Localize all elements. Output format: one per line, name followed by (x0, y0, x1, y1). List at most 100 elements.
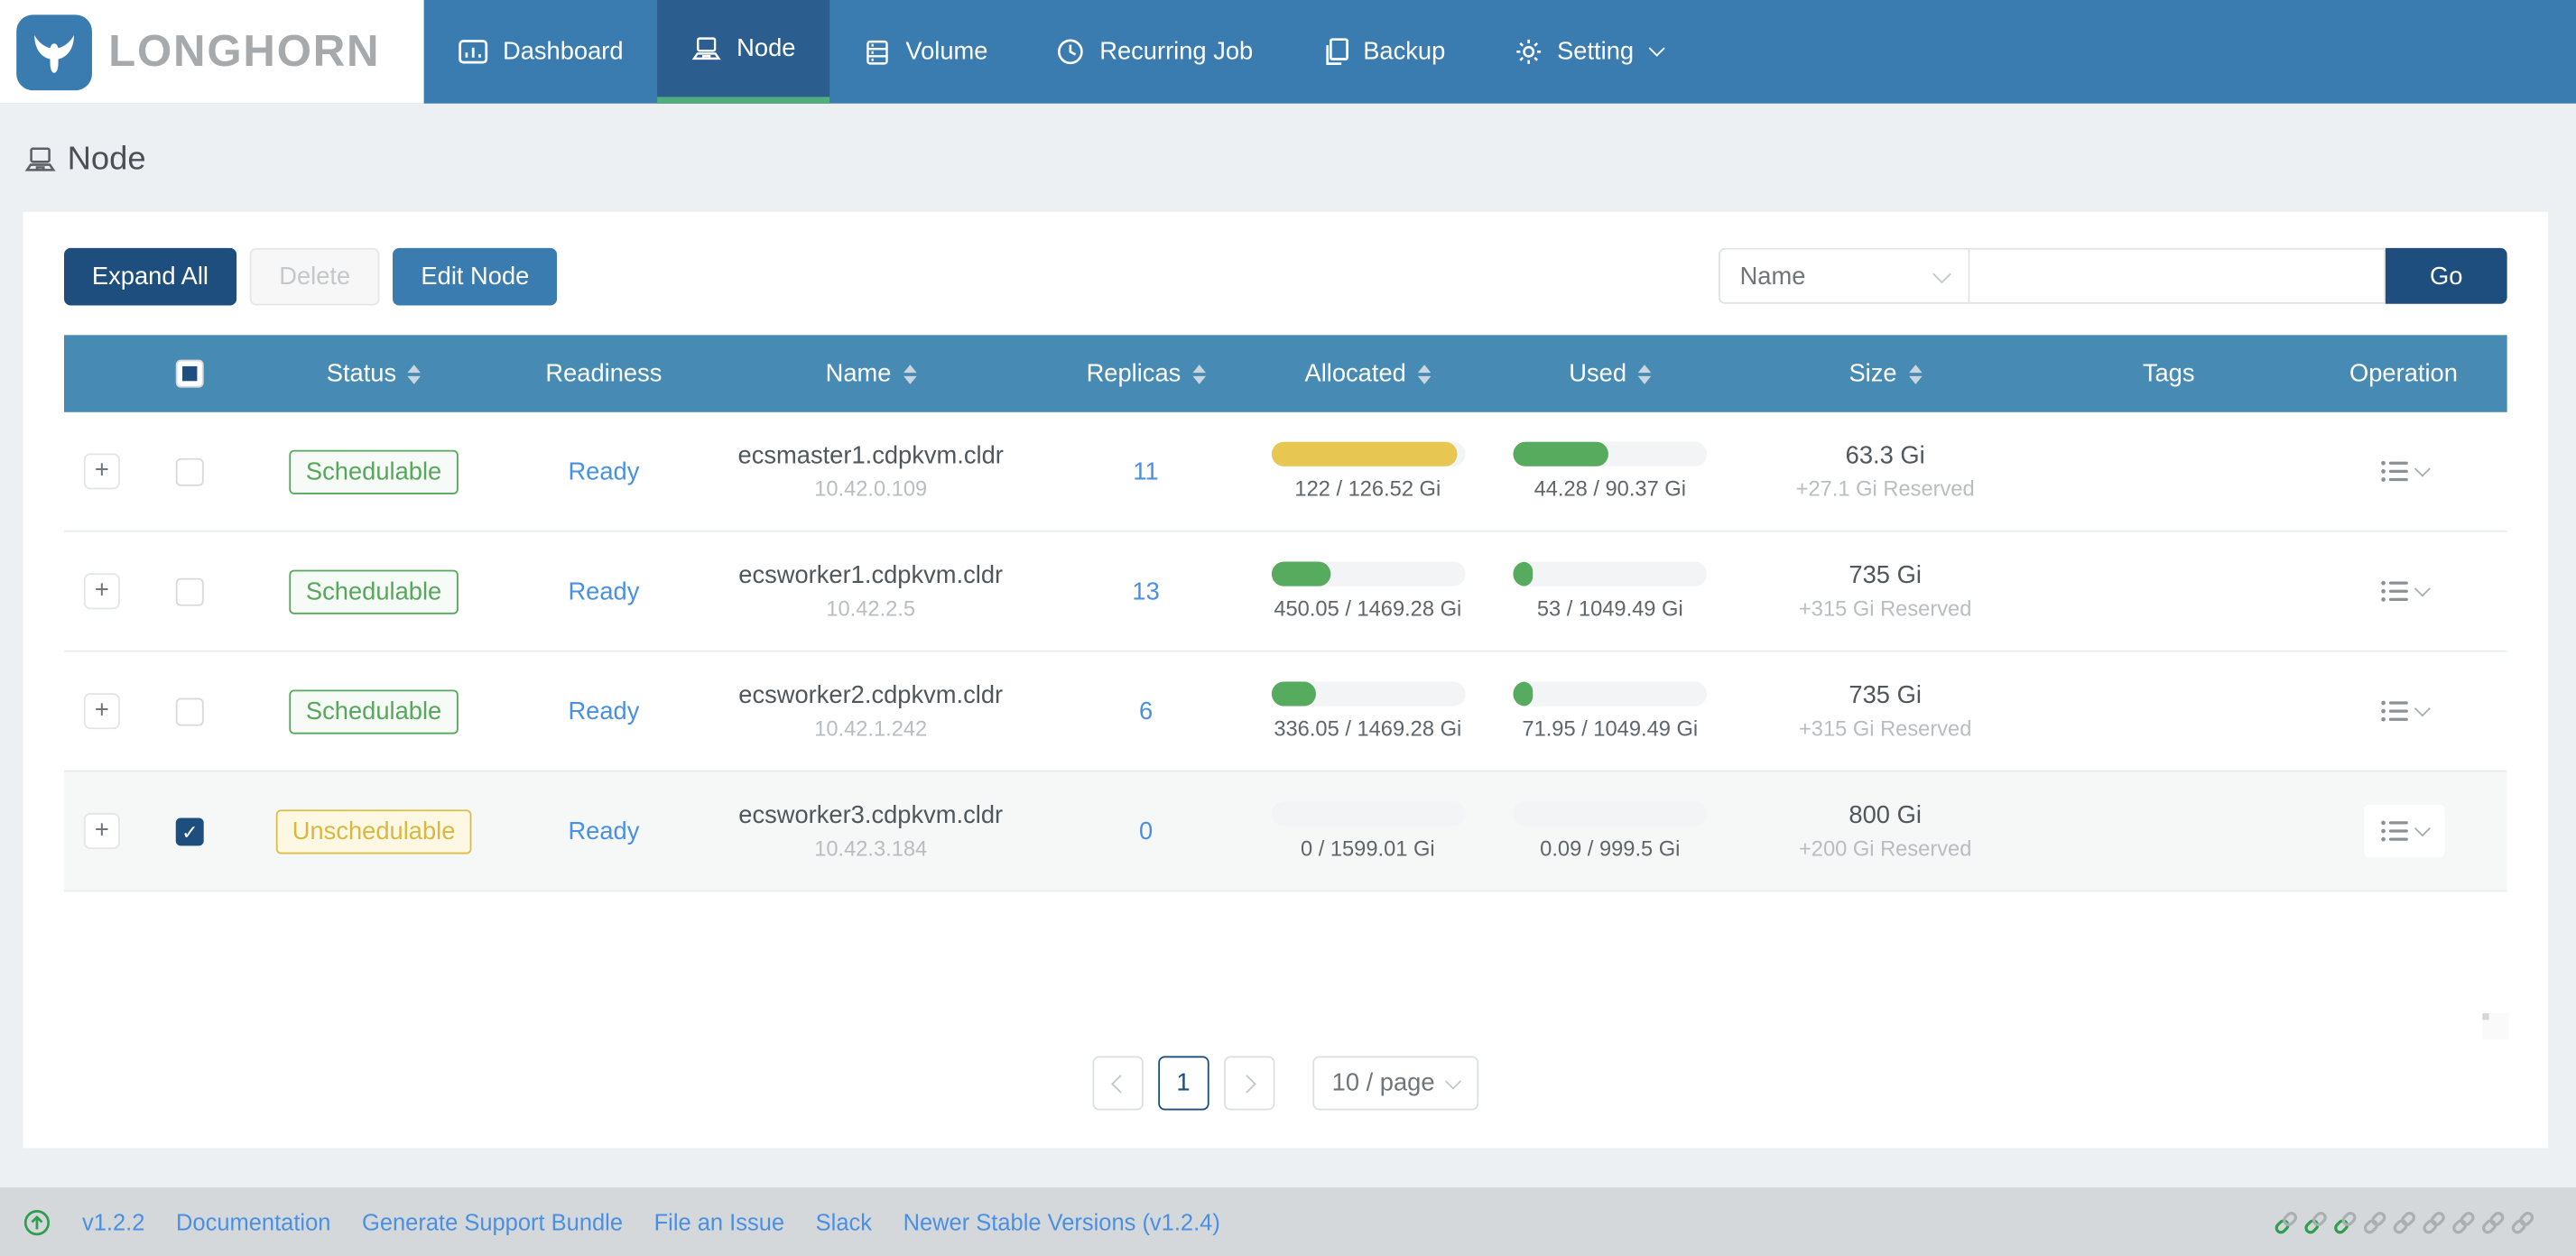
allocated-label: 336.05 / 1469.28 Gi (1274, 716, 1462, 741)
dashboard-icon (459, 39, 488, 65)
version-link[interactable]: v1.2.2 (82, 1209, 144, 1235)
replicas-count[interactable]: 6 (1139, 697, 1153, 725)
expand-row-button[interactable]: + (83, 812, 120, 850)
readiness-value: Ready (568, 457, 640, 485)
footer-link[interactable]: Documentation (176, 1209, 330, 1235)
operation-menu-button[interactable] (2363, 804, 2444, 858)
sort-toggle[interactable] (407, 364, 422, 384)
used-progress-bar (1513, 801, 1708, 827)
status-link-icon (2451, 1210, 2476, 1234)
status-link-icon (2392, 1210, 2416, 1234)
size-reserved: +315 Gi Reserved (1798, 596, 1972, 622)
replicas-count[interactable]: 11 (1133, 457, 1158, 485)
used-progress-bar (1513, 681, 1708, 706)
clock-icon (1057, 38, 1085, 66)
operation-menu-button[interactable] (2363, 565, 2443, 617)
status-badge: Schedulable (289, 448, 459, 494)
sort-toggle[interactable] (1192, 364, 1206, 384)
expand-row-button[interactable]: + (83, 453, 120, 490)
column-header-label: Name (825, 359, 892, 388)
column-header-label: Readiness (545, 359, 663, 388)
nav-item-node[interactable]: Node (657, 0, 830, 104)
nav-item-label: Backup (1363, 37, 1446, 66)
search-field-select[interactable]: Name (1718, 247, 1970, 304)
nav-item-volume[interactable]: Volume (830, 0, 1023, 104)
page-size-select[interactable]: 10 / page (1311, 1056, 1479, 1111)
column-header-label: Used (1569, 359, 1627, 388)
scroll-corner (2482, 1013, 2509, 1040)
footer-link[interactable]: Newer Stable Versions (v1.2.4) (903, 1209, 1220, 1235)
prev-page-button[interactable] (1091, 1056, 1144, 1111)
current-page-button[interactable]: 1 (1157, 1056, 1209, 1111)
replicas-count[interactable]: 13 (1132, 577, 1159, 605)
footer-link[interactable]: File an Issue (654, 1209, 784, 1235)
nav-item-dashboard[interactable]: Dashboard (424, 0, 658, 104)
node-ip: 10.42.0.109 (814, 476, 928, 502)
nav-item-label: Volume (905, 37, 988, 66)
table-row: + Schedulable Ready ecsworker2.cdpkvm.cl… (63, 651, 2507, 772)
next-page-button[interactable] (1223, 1056, 1274, 1111)
status-link-icon (2481, 1210, 2506, 1234)
column-header-tags: Tags (2037, 360, 2300, 388)
size-value: 63.3 Gi (1845, 441, 1925, 470)
used-label: 44.28 / 90.37 Gi (1534, 476, 1686, 502)
pagination: 1 10 / page (64, 1056, 2507, 1111)
nav-item-setting[interactable]: Setting (1480, 0, 1699, 104)
list-menu-icon (2380, 700, 2407, 722)
nav-item-label: Recurring Job (1099, 37, 1254, 66)
top-nav: LONGHORN Dashboard Node Volume Recurring… (0, 0, 2576, 104)
footer: v1.2.2 Documentation Generate Support Bu… (0, 1187, 2576, 1256)
node-name: ecsmaster1.cdpkvm.cldr (737, 441, 1004, 470)
status-badge: Schedulable (289, 688, 459, 734)
expand-row-button[interactable]: + (83, 693, 120, 730)
column-header-status: Status (238, 360, 509, 388)
size-value: 735 Gi (1849, 561, 1922, 590)
column-header-label: Operation (2349, 359, 2458, 388)
operation-menu-button[interactable] (2363, 445, 2443, 497)
nav-item-backup[interactable]: Backup (1287, 0, 1479, 104)
nav-item-recurring-job[interactable]: Recurring Job (1023, 0, 1288, 104)
replicas-count[interactable]: 0 (1139, 817, 1153, 845)
allocated-label: 0 / 1599.01 Gi (1300, 836, 1435, 861)
sort-toggle[interactable] (903, 364, 916, 384)
used-progress-bar (1513, 561, 1708, 586)
list-menu-icon (2380, 460, 2407, 482)
chevron-down-icon (1932, 263, 1951, 283)
page-title: Node (24, 142, 2576, 180)
search-input[interactable] (1969, 247, 2386, 304)
size-reserved: +315 Gi Reserved (1798, 716, 1972, 741)
row-checkbox[interactable] (174, 817, 203, 845)
status-link-icon (2362, 1210, 2386, 1234)
sort-toggle[interactable] (1908, 364, 1922, 384)
sort-toggle[interactable] (1417, 364, 1432, 384)
status-link-icon (2303, 1210, 2328, 1234)
node-ip: 10.42.3.184 (814, 836, 928, 861)
node-panel: Expand All Delete Edit Node Name Go Stat… (23, 211, 2549, 1149)
delete-button[interactable]: Delete (249, 247, 380, 306)
operation-menu-button[interactable] (2363, 685, 2443, 737)
chevron-down-icon (2413, 580, 2430, 597)
sort-toggle[interactable] (1637, 364, 1652, 384)
search-field-value: Name (1739, 262, 1806, 291)
edit-node-button[interactable]: Edit Node (393, 247, 558, 306)
status-link-icon (2422, 1210, 2446, 1234)
row-checkbox[interactable] (174, 457, 203, 485)
size-reserved: +200 Gi Reserved (1798, 836, 1972, 861)
brand-name: LONGHORN (108, 26, 381, 76)
app-root: LONGHORN Dashboard Node Volume Recurring… (0, 0, 2576, 1256)
expand-all-button[interactable]: Expand All (63, 247, 236, 306)
row-checkbox[interactable] (174, 577, 203, 605)
status-link-icon (2274, 1210, 2298, 1234)
upgrade-icon (23, 1208, 51, 1236)
logo[interactable]: LONGHORN (0, 0, 424, 104)
expand-row-button[interactable]: + (83, 573, 120, 610)
node-name: ecsworker2.cdpkvm.cldr (738, 681, 1004, 710)
column-header-replicas: Replicas (1043, 360, 1249, 388)
footer-link[interactable]: Generate Support Bundle (362, 1209, 623, 1235)
used-label: 0.09 / 999.5 Gi (1540, 836, 1681, 861)
select-all-checkbox[interactable] (174, 359, 203, 388)
go-button[interactable]: Go (2385, 247, 2507, 304)
node-icon (692, 35, 722, 61)
footer-link[interactable]: Slack (816, 1209, 872, 1235)
row-checkbox[interactable] (174, 697, 203, 725)
